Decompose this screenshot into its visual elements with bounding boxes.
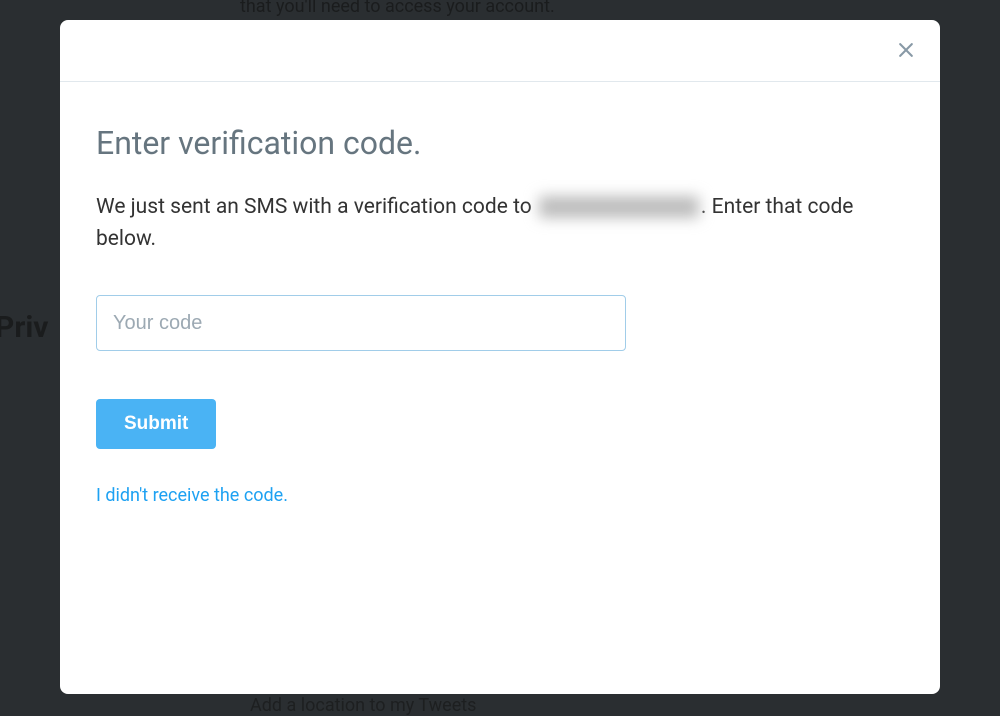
modal-header — [60, 20, 940, 82]
submit-button[interactable]: Submit — [96, 399, 216, 449]
background-text-top: that you'll need to access your account. — [240, 0, 555, 17]
verification-code-input[interactable] — [96, 295, 626, 351]
close-icon — [896, 40, 916, 60]
close-button[interactable] — [890, 34, 922, 66]
resend-code-link[interactable]: I didn't receive the code. — [96, 485, 288, 506]
verification-modal: Enter verification code. We just sent an… — [60, 20, 940, 694]
modal-body: Enter verification code. We just sent an… — [60, 82, 940, 526]
modal-title: Enter verification code. — [96, 124, 904, 162]
description-text-1: We just sent an SMS with a verification … — [96, 195, 537, 219]
redacted-phone-number — [539, 196, 699, 218]
modal-description: We just sent an SMS with a verification … — [96, 192, 904, 255]
background-text-bottom: Add a location to my Tweets — [250, 695, 476, 716]
background-text-left: Priv — [0, 310, 48, 345]
